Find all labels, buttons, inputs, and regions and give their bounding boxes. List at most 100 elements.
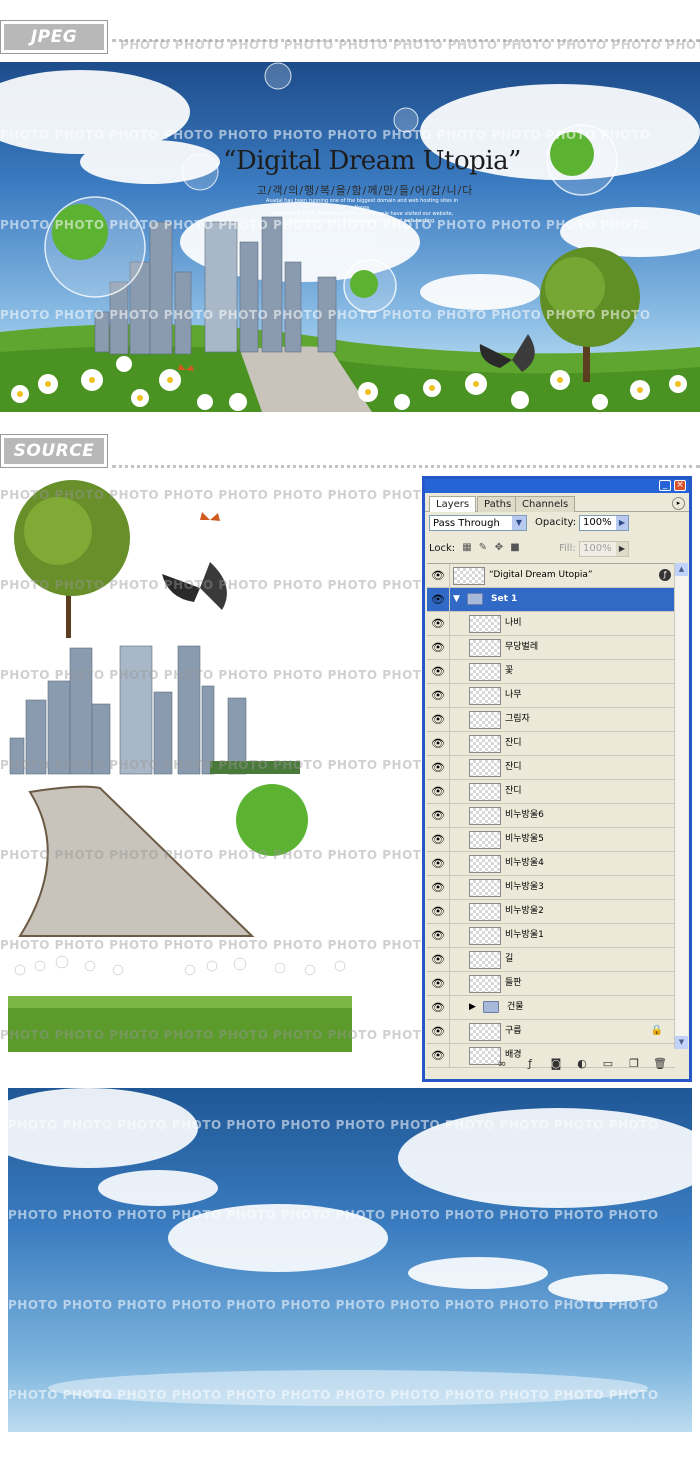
visibility-eye-icon[interactable]: 👁 — [427, 1020, 450, 1043]
opacity-label: Opacity: — [535, 517, 577, 528]
tab-channels[interactable]: Channels — [515, 496, 576, 512]
new-group-icon[interactable]: ▭ — [601, 1057, 615, 1071]
visibility-eye-icon[interactable]: 👁 — [427, 876, 450, 899]
layer-name: 비누방울5 — [505, 834, 544, 844]
sky-background-image: PHOTO PHOTO PHOTO PHOTO PHOTO PHOTO PHOT… — [8, 1088, 692, 1432]
layer-row[interactable]: 👁 그림자 — [427, 708, 675, 732]
layer-name: 들판 — [505, 978, 522, 988]
layer-row[interactable]: 👁 비누방울2 — [427, 900, 675, 924]
lock-move-icon[interactable]: ✥ — [493, 542, 505, 554]
panel-menu-icon[interactable]: ▸ — [672, 497, 685, 510]
lock-all-icon[interactable]: ■ — [509, 542, 521, 554]
layer-row[interactable]: 👁 비누방울4 — [427, 852, 675, 876]
layer-row[interactable]: 👁 비누방울5 — [427, 828, 675, 852]
layer-name: 잔디 — [505, 786, 522, 796]
sky-clouds — [8, 1088, 692, 1406]
collapse-triangle-icon[interactable]: ▶ — [469, 996, 476, 1019]
scroll-up-icon[interactable]: ▲ — [675, 563, 688, 576]
add-mask-icon[interactable]: ◙ — [549, 1057, 563, 1071]
globe-shape — [236, 784, 308, 856]
panel-tabs: Layers Paths Channels ▸ — [425, 494, 689, 512]
panel-bottom-toolbar: ∞ ƒ ◙ ◐ ▭ ❐ 🗑 — [425, 1049, 689, 1079]
folder-icon — [483, 1001, 499, 1013]
layer-style-icon[interactable]: ƒ — [523, 1057, 537, 1071]
link-layers-icon[interactable]: ∞ — [495, 1057, 509, 1071]
visibility-eye-icon[interactable]: 👁 — [427, 828, 450, 851]
layer-thumbnail — [469, 855, 501, 873]
lock-brush-icon[interactable]: ✎ — [477, 542, 489, 554]
layer-row[interactable]: 👁 ▶ 건물 — [427, 996, 675, 1020]
ladybug-butterfly-icon — [200, 512, 220, 521]
layer-row[interactable]: 👁 무당벌레 — [427, 636, 675, 660]
visibility-eye-icon[interactable]: 👁 — [427, 636, 450, 659]
lock-transparent-icon[interactable]: ▦ — [461, 542, 473, 554]
layer-name: 건물 — [507, 1002, 524, 1012]
layer-row[interactable]: 👁 들판 — [427, 972, 675, 996]
visibility-eye-icon[interactable]: 👁 — [427, 708, 450, 731]
adjustment-layer-icon[interactable]: ◐ — [575, 1057, 589, 1071]
visibility-eye-icon[interactable]: 👁 — [427, 900, 450, 923]
chevron-down-icon: ▼ — [512, 516, 526, 530]
blend-mode-value: Pass Through — [433, 518, 500, 529]
visibility-eye-icon[interactable]: 👁 — [427, 660, 450, 683]
layer-row[interactable]: 👁 잔디 — [427, 732, 675, 756]
visibility-eye-icon[interactable]: 👁 — [427, 948, 450, 971]
layer-row[interactable]: 👁 비누방울3 — [427, 876, 675, 900]
layer-name: 길 — [505, 954, 514, 964]
blend-mode-select[interactable]: Pass Through ▼ — [429, 515, 527, 531]
visibility-eye-icon[interactable]: 👁 — [427, 972, 450, 995]
layer-thumbnail — [469, 879, 501, 897]
layer-thumbnail — [469, 783, 501, 801]
poster-subline: 고/객/의/행/복/을/함/께/만/들/어/갑/니/다 — [256, 184, 474, 197]
layer-row[interactable]: 👁 꽃 — [427, 660, 675, 684]
layer-row[interactable]: 👁 구름 🔒 — [427, 1020, 675, 1044]
fill-field: 100% ▶ — [579, 541, 629, 557]
blend-options-row: Pass Through ▼ Opacity: 100% ▶ — [429, 515, 685, 533]
layer-row[interactable]: 👁 나무 — [427, 684, 675, 708]
visibility-eye-icon[interactable]: 👁 — [427, 780, 450, 803]
visibility-eye-icon[interactable]: 👁 — [427, 756, 450, 779]
visibility-eye-icon[interactable]: 👁 — [427, 564, 450, 587]
layer-thumbnail — [469, 759, 501, 777]
tab-layers[interactable]: Layers — [429, 496, 477, 512]
visibility-eye-icon[interactable]: 👁 — [427, 852, 450, 875]
layer-row[interactable]: 👁 비누방울6 — [427, 804, 675, 828]
folder-icon — [467, 593, 483, 605]
layer-thumbnail — [469, 903, 501, 921]
visibility-eye-icon[interactable]: 👁 — [427, 804, 450, 827]
layer-name: 잔디 — [505, 762, 522, 772]
layer-thumbnail — [469, 927, 501, 945]
visibility-eye-icon[interactable]: 👁 — [427, 684, 450, 707]
visibility-eye-icon[interactable]: 👁 — [427, 588, 450, 611]
layer-row[interactable]: 👁 “Digital Dream Utopia” ƒ — [427, 564, 675, 588]
minimize-button[interactable]: _ — [659, 480, 671, 491]
layer-thumbnail — [469, 639, 501, 657]
trash-icon[interactable]: 🗑 — [653, 1057, 667, 1071]
opacity-field[interactable]: 100% ▶ — [579, 515, 629, 531]
chevron-right-icon[interactable]: ▶ — [616, 516, 628, 530]
expand-triangle-icon[interactable]: ▼ — [453, 588, 460, 611]
jpeg-section-label: JPEG — [4, 24, 104, 50]
scroll-down-icon[interactable]: ▼ — [675, 1036, 688, 1049]
close-button[interactable]: × — [674, 480, 686, 491]
poster-headline: “Digital Dream Utopia” — [223, 146, 521, 176]
layer-name: 무당벌레 — [505, 642, 539, 652]
layer-row[interactable]: 👁 잔디 — [427, 756, 675, 780]
layer-effects-icon[interactable]: ƒ — [659, 569, 671, 581]
lock-icon: 🔒 — [650, 1025, 663, 1036]
visibility-eye-icon[interactable]: 👁 — [427, 612, 450, 635]
layer-row[interactable]: 👁 길 — [427, 948, 675, 972]
source-section-tag: SOURCE — [0, 434, 108, 468]
visibility-eye-icon[interactable]: 👁 — [427, 732, 450, 755]
layer-row[interactable]: 👁 비누방울1 — [427, 924, 675, 948]
layer-row[interactable]: 👁 나비 — [427, 612, 675, 636]
layer-list-scrollbar[interactable]: ▲ ▼ — [674, 563, 688, 1049]
visibility-eye-icon[interactable]: 👁 — [427, 924, 450, 947]
panel-titlebar: _ × — [425, 479, 689, 493]
layer-row[interactable]: 👁 ▼ Set 1 — [427, 588, 675, 612]
visibility-eye-icon[interactable]: 👁 — [427, 996, 450, 1019]
layer-row[interactable]: 👁 잔디 — [427, 780, 675, 804]
blurb-line: since March 1998. More than 8,000,000 pe… — [270, 211, 454, 217]
tab-paths[interactable]: Paths — [477, 496, 519, 512]
new-layer-icon[interactable]: ❐ — [627, 1057, 641, 1071]
